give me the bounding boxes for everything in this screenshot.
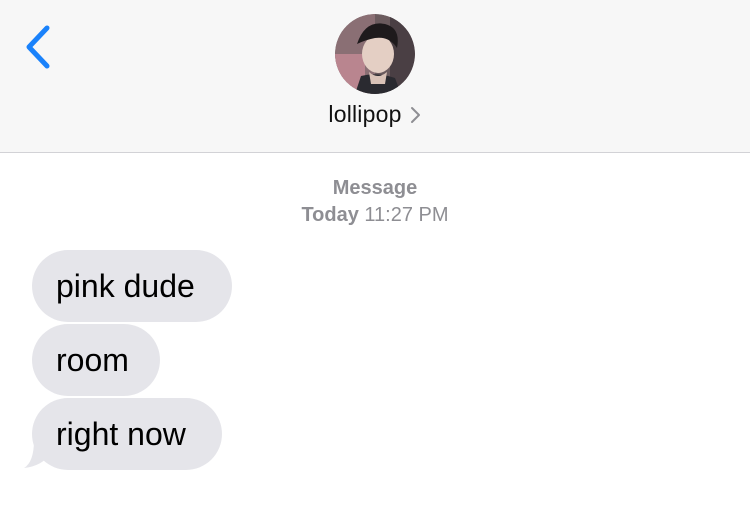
message-timestamp: Today 11:27 PM xyxy=(0,204,750,227)
conversation-header: lollipop xyxy=(0,0,750,153)
timestamp-day: Today xyxy=(301,204,359,226)
contact-name: lollipop xyxy=(328,101,402,127)
back-button[interactable] xyxy=(18,22,62,72)
timestamp-time: 11:27 PM xyxy=(364,204,449,226)
message-bubble[interactable]: pink dude xyxy=(32,250,232,322)
chevron-right-icon xyxy=(410,105,422,125)
bubble-tail xyxy=(20,440,54,472)
service-label: Message xyxy=(332,177,418,199)
message-bubble[interactable]: room xyxy=(32,324,160,396)
chevron-left-icon xyxy=(18,22,62,72)
contact-details-link[interactable]: lollipop xyxy=(0,101,750,133)
message-bubble[interactable]: right now xyxy=(32,398,222,470)
contact-avatar[interactable] xyxy=(335,14,415,94)
